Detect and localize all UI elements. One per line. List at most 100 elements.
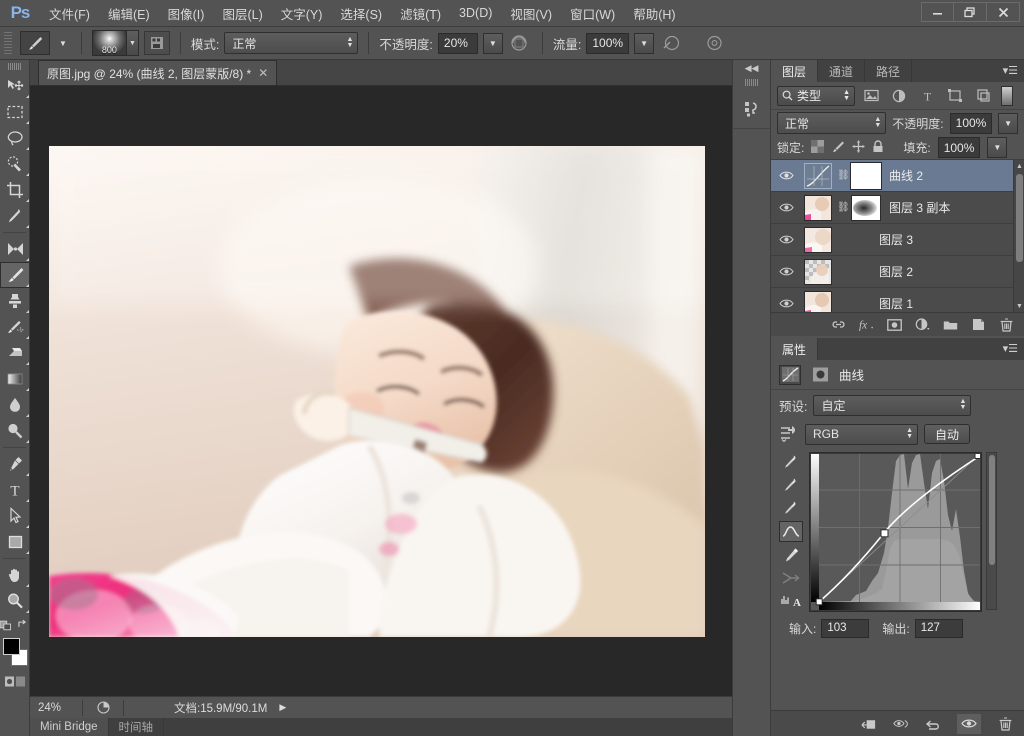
curve-target-icon[interactable] [779,424,799,445]
filter-adjustment-layers-icon[interactable] [887,86,911,106]
zoom-level-field[interactable]: 24% [30,702,82,714]
flow-slider-dropdown[interactable]: ▼ [634,33,654,54]
opacity-input[interactable]: 20% [438,33,478,54]
toggle-preview-icon[interactable] [893,716,909,732]
menu-edit[interactable]: 编辑(E) [99,0,159,27]
healing-brush-tool[interactable] [0,236,30,262]
layer-name[interactable]: 图层 3 [879,231,913,248]
menu-filter[interactable]: 滤镜(T) [391,0,450,27]
curve-point-tool[interactable] [779,521,803,542]
minimize-button[interactable] [921,2,954,22]
new-layer-icon[interactable] [970,317,986,333]
scroll-down-icon[interactable]: ▼ [1016,301,1023,311]
layer-visibility-toggle[interactable] [773,288,799,313]
scrollbar-thumb[interactable] [989,455,995,565]
tab-properties[interactable]: 属性 [771,338,818,360]
table-row[interactable]: 图层 3 [771,224,1024,256]
filter-pixel-layers-icon[interactable] [859,86,883,106]
layer-fill-dropdown[interactable]: ▼ [987,137,1007,158]
menu-type[interactable]: 文字(Y) [272,0,332,27]
blend-mode-select[interactable]: 正常 ▲▼ [224,32,358,54]
path-selection-tool[interactable] [0,503,30,529]
flow-input[interactable]: 100% [586,33,629,54]
layer-style-icon[interactable]: fx [858,317,874,333]
lock-position-icon[interactable] [852,140,865,156]
layer-name[interactable]: 图层 2 [879,263,913,280]
filter-toggle-switch[interactable] [1001,86,1013,106]
brush-preview[interactable]: 800 [92,30,127,56]
menu-select[interactable]: 选择(S) [331,0,391,27]
opacity-pressure-toggle[interactable] [508,32,532,54]
quick-selection-tool[interactable] [0,151,30,177]
eyedropper-tool[interactable] [0,203,30,229]
auto-button[interactable]: 自动 [924,424,970,444]
table-row[interactable]: ⛓ 曲线 2 [771,160,1024,192]
layer-thumbnail[interactable] [804,163,832,189]
filter-type-layers-icon[interactable]: T [915,86,939,106]
status-menu-arrow[interactable]: ▶ [279,702,286,713]
layer-thumbnail[interactable] [804,195,832,221]
layer-list[interactable]: ⛓ 曲线 2 [771,160,1024,312]
layer-mask-thumbnail[interactable] [851,163,881,189]
scroll-up-icon[interactable]: ▲ [1016,161,1023,171]
lock-transparent-pixels-icon[interactable] [811,140,824,156]
mask-link-icon[interactable]: ⛓ [837,202,846,213]
restore-button[interactable] [954,2,987,22]
tab-paths[interactable]: 路径 [865,60,912,82]
scrollbar-thumb[interactable] [1016,174,1023,262]
menu-image[interactable]: 图像(I) [159,0,214,27]
layer-name[interactable]: 图层 1 [879,295,913,312]
layer-opacity-input[interactable]: 100% [950,113,992,134]
layer-name[interactable]: 曲线 2 [889,167,923,184]
table-row[interactable]: 图层 1 [771,288,1024,312]
layer-visibility-toggle[interactable] [773,224,799,256]
type-tool[interactable]: T [0,477,30,503]
brush-size-picker[interactable]: 800 ▼ [92,30,139,56]
blur-tool[interactable] [0,392,30,418]
swap-colors-icon[interactable] [17,618,30,631]
marquee-tool[interactable] [0,99,30,125]
history-brush-tool[interactable] [0,314,30,340]
link-layers-icon[interactable] [830,317,846,333]
black-point-eyedropper[interactable] [779,475,803,496]
curves-graph[interactable] [809,452,982,612]
layer-name[interactable]: 图层 3 副本 [889,199,950,216]
brush-size-dropdown[interactable]: ▼ [127,30,139,56]
filter-smart-objects-icon[interactable] [971,86,995,106]
document-image[interactable] [49,146,705,637]
lock-all-icon[interactable] [872,140,884,156]
add-mask-icon[interactable] [886,317,902,333]
layer-list-scrollbar[interactable]: ▲ ▼ [1013,160,1024,312]
pencil-draw-tool[interactable] [779,544,803,565]
preset-select[interactable]: 自定 ▲▼ [813,395,971,416]
opacity-slider-dropdown[interactable]: ▼ [483,33,503,54]
history-panel-icon[interactable] [733,89,771,129]
mask-link-icon[interactable]: ⛓ [837,170,846,181]
shape-tool[interactable] [0,529,30,555]
current-tool-preview[interactable] [20,31,50,55]
clip-to-layer-icon[interactable]: A [779,590,803,611]
layer-visibility-toggle[interactable] [773,256,799,288]
layer-thumbnail[interactable] [804,259,832,285]
lasso-tool[interactable] [0,125,30,151]
layer-blend-mode-select[interactable]: 正常 ▲▼ [777,112,886,134]
menu-view[interactable]: 视图(V) [501,0,561,27]
sample-screen-eyedropper[interactable] [779,452,803,473]
layer-opacity-dropdown[interactable]: ▼ [998,113,1018,134]
layer-visibility-toggle[interactable] [773,160,799,192]
delete-layer-icon[interactable] [998,317,1014,333]
expand-panels-button[interactable]: ◀◀ [733,60,770,76]
layer-thumbnail[interactable] [804,227,832,253]
tab-mini-bridge[interactable]: Mini Bridge [30,718,109,736]
eraser-tool[interactable] [0,340,30,366]
menu-window[interactable]: 窗口(W) [561,0,624,27]
lock-image-pixels-icon[interactable] [831,140,845,156]
tab-layers[interactable]: 图层 [771,60,818,82]
layer-fill-input[interactable]: 100% [938,137,981,158]
properties-panel-menu-icon[interactable]: ▾☰ [1003,342,1018,355]
menu-help[interactable]: 帮助(H) [624,0,684,27]
delete-adjustment-icon[interactable] [997,716,1013,732]
dodge-tool[interactable] [0,418,30,444]
layer-mask-thumbnail[interactable] [851,195,881,221]
tablet-pressure-toggle[interactable] [702,32,726,54]
